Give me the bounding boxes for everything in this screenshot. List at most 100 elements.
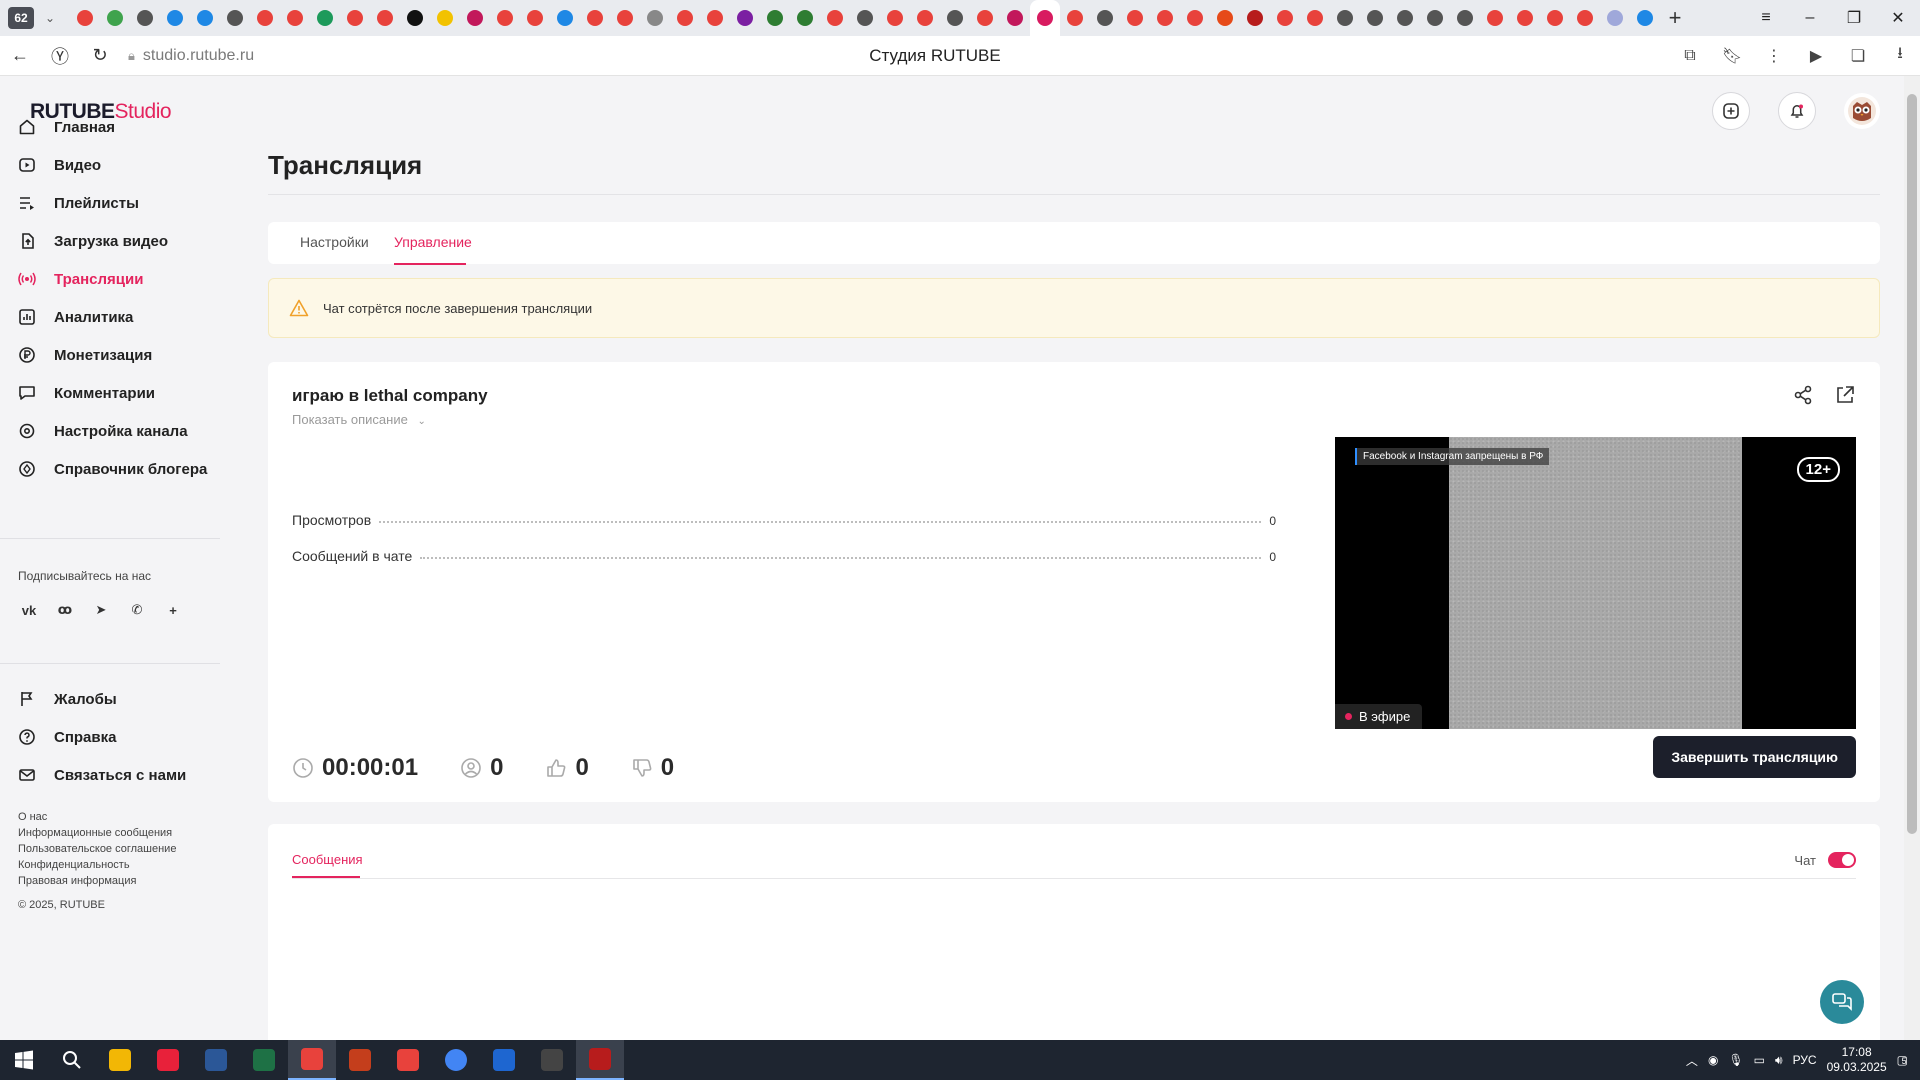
taskbar-app[interactable] xyxy=(144,1040,192,1080)
search-button[interactable] xyxy=(48,1040,96,1080)
browser-tab[interactable] xyxy=(100,0,130,36)
browser-tab[interactable] xyxy=(1270,0,1300,36)
sidebar-support-item[interactable]: Связаться с нами xyxy=(18,761,186,789)
browser-tab[interactable] xyxy=(310,0,340,36)
browser-tab[interactable] xyxy=(490,0,520,36)
restore-button[interactable]: ❐ xyxy=(1832,8,1876,28)
browser-tab[interactable] xyxy=(1390,0,1420,36)
create-button[interactable] xyxy=(1712,92,1750,130)
sidebar-item[interactable]: Настройка канала xyxy=(18,417,188,445)
plus-icon[interactable]: + xyxy=(162,599,184,621)
browser-tab[interactable] xyxy=(1540,0,1570,36)
browser-tab[interactable] xyxy=(1120,0,1150,36)
taskbar-app[interactable] xyxy=(432,1040,480,1080)
browser-tab[interactable] xyxy=(820,0,850,36)
microphone-icon[interactable]: 🎙︎ xyxy=(1728,1053,1743,1067)
browser-tab[interactable] xyxy=(610,0,640,36)
start-button[interactable] xyxy=(0,1050,48,1070)
sidebar-item[interactable]: Справочник блогера xyxy=(18,455,207,483)
more-icon[interactable]: ⋮ xyxy=(1762,46,1786,66)
browser-tab[interactable] xyxy=(70,0,100,36)
yandex-home-icon[interactable]: Ⓨ xyxy=(40,43,80,69)
translate-icon[interactable]: ⧉ xyxy=(1678,47,1702,65)
sidebar-item[interactable]: Трансляции xyxy=(18,265,143,293)
taskbar-app[interactable] xyxy=(96,1040,144,1080)
page-scrollbar[interactable] xyxy=(1904,76,1920,1040)
volume-icon[interactable]: 🔊︎ xyxy=(1775,1053,1783,1068)
stream-preview-player[interactable]: Facebook и Instagram запрещены в РФ 12+ … xyxy=(1335,437,1856,729)
browser-tab[interactable] xyxy=(280,0,310,36)
browser-tab[interactable] xyxy=(670,0,700,36)
sidebar-item[interactable]: Аналитика xyxy=(18,303,133,331)
tab-settings[interactable]: Настройки xyxy=(300,234,369,250)
sidebar-support-item[interactable]: Справка xyxy=(18,723,116,751)
browser-tab[interactable] xyxy=(430,0,460,36)
taskbar-app[interactable] xyxy=(528,1040,576,1080)
browser-tab[interactable] xyxy=(1210,0,1240,36)
browser-tab[interactable] xyxy=(730,0,760,36)
tab-counter[interactable]: 62 xyxy=(8,7,34,29)
browser-tab[interactable] xyxy=(460,0,490,36)
support-chat-button[interactable] xyxy=(1820,980,1864,1024)
browser-tab[interactable] xyxy=(1330,0,1360,36)
browser-tab[interactable] xyxy=(940,0,970,36)
browser-tab[interactable] xyxy=(1060,0,1090,36)
bookmark-icon[interactable]: 🔖︎ xyxy=(1720,46,1744,66)
downloads-icon[interactable]: ⭳ xyxy=(1888,42,1912,69)
tab-list-chevron-icon[interactable]: ⌄ xyxy=(40,11,60,25)
browser-tab[interactable] xyxy=(1600,0,1630,36)
viber-icon[interactable]: ✆ xyxy=(126,599,148,621)
url-field[interactable]: 🔒︎ studio.rutube.ru xyxy=(128,47,254,65)
media-icon[interactable]: ▶ xyxy=(1804,46,1828,66)
footer-link[interactable]: О нас xyxy=(18,811,47,823)
collections-icon[interactable]: ❏ xyxy=(1846,46,1870,66)
sidebar-item[interactable]: Плейлисты xyxy=(18,189,139,217)
taskbar-app[interactable] xyxy=(576,1040,624,1080)
sidebar-support-item[interactable]: Жалобы xyxy=(18,685,117,713)
avatar[interactable] xyxy=(1844,93,1880,129)
browser-tab[interactable] xyxy=(550,0,580,36)
browser-menu-icon[interactable]: ≡ xyxy=(1744,9,1788,27)
meet-icon[interactable]: ◉ xyxy=(1708,1053,1718,1067)
footer-link[interactable]: Пользовательское соглашение xyxy=(18,843,176,855)
browser-tab[interactable] xyxy=(1480,0,1510,36)
browser-tab[interactable] xyxy=(250,0,280,36)
taskbar-app[interactable] xyxy=(480,1040,528,1080)
browser-tab[interactable] xyxy=(970,0,1000,36)
browser-tab[interactable] xyxy=(1000,0,1030,36)
browser-tab[interactable] xyxy=(1030,0,1060,36)
network-icon[interactable]: ▭ xyxy=(1754,1053,1765,1067)
browser-tab[interactable] xyxy=(220,0,250,36)
end-stream-button[interactable]: Завершить трансляцию xyxy=(1653,736,1856,778)
browser-tab[interactable] xyxy=(1450,0,1480,36)
browser-tab[interactable] xyxy=(640,0,670,36)
browser-tab[interactable] xyxy=(520,0,550,36)
sidebar-item[interactable]: Главная xyxy=(18,113,115,141)
browser-tab[interactable] xyxy=(1630,0,1660,36)
taskbar-app[interactable] xyxy=(336,1040,384,1080)
tray-chevron-icon[interactable]: ︿ xyxy=(1686,1052,1698,1069)
share-icon[interactable] xyxy=(1792,384,1814,406)
sidebar-item[interactable]: Монетизация xyxy=(18,341,152,369)
browser-tab[interactable] xyxy=(910,0,940,36)
scrollbar-thumb[interactable] xyxy=(1907,94,1917,834)
language-indicator[interactable]: РУС xyxy=(1793,1053,1817,1067)
browser-tab[interactable] xyxy=(160,0,190,36)
taskbar-app[interactable] xyxy=(240,1040,288,1080)
minimize-button[interactable]: – xyxy=(1788,9,1832,27)
footer-link[interactable]: Правовая информация xyxy=(18,875,136,887)
taskbar-app[interactable] xyxy=(384,1040,432,1080)
tab-management[interactable]: Управление xyxy=(394,234,472,250)
browser-tab[interactable] xyxy=(1420,0,1450,36)
browser-tab[interactable] xyxy=(700,0,730,36)
close-window-button[interactable]: ✕ xyxy=(1876,8,1920,28)
sidebar-item[interactable]: Комментарии xyxy=(18,379,155,407)
browser-tab[interactable] xyxy=(850,0,880,36)
open-external-icon[interactable] xyxy=(1834,384,1856,406)
sidebar-item[interactable]: Видео xyxy=(18,151,101,179)
back-button[interactable]: ← xyxy=(0,45,40,66)
browser-tab[interactable] xyxy=(1180,0,1210,36)
browser-tab[interactable] xyxy=(760,0,790,36)
browser-tab[interactable] xyxy=(790,0,820,36)
footer-link[interactable]: Конфиденциальность xyxy=(18,859,130,871)
